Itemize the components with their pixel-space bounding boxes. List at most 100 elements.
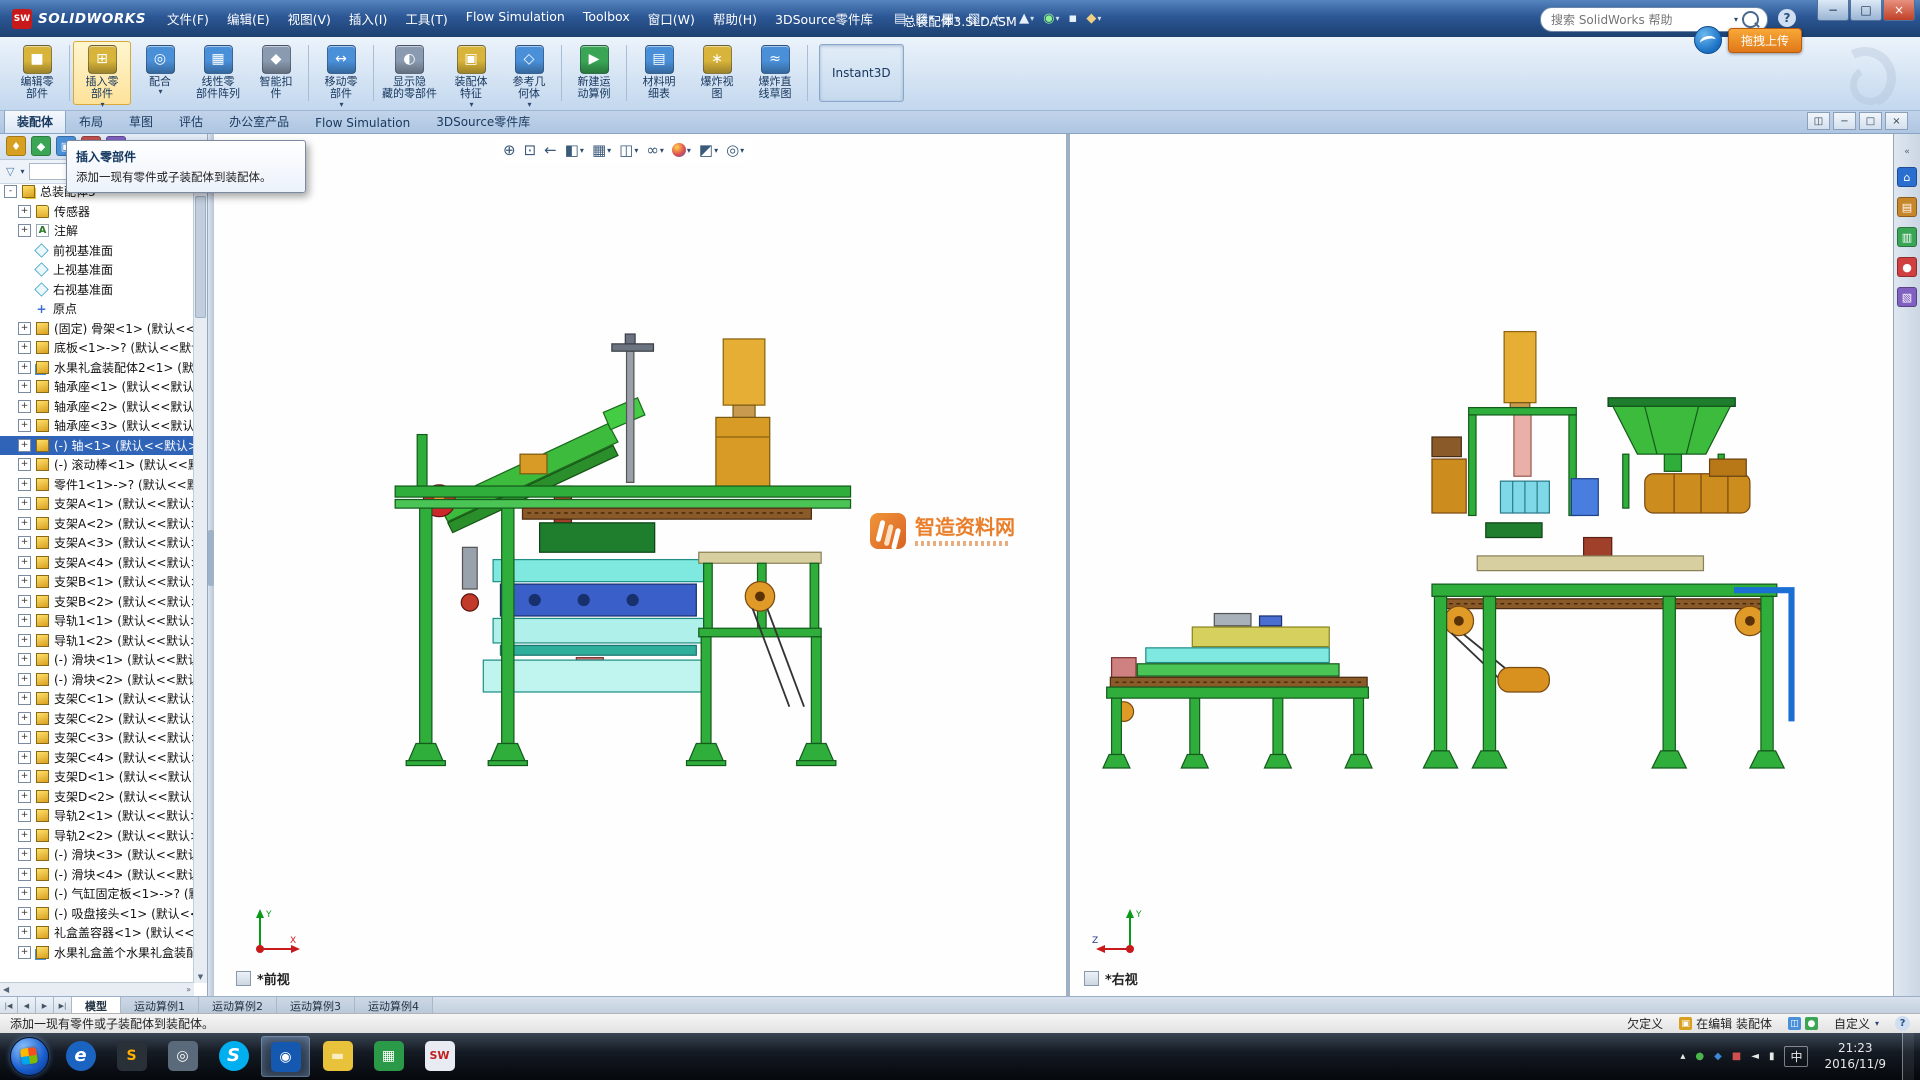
expand-toggle-icon[interactable]: + — [18, 887, 31, 900]
section-view-icon[interactable]: ◧▾ — [562, 139, 587, 161]
solidworks-app-icon[interactable]: SW — [416, 1036, 463, 1075]
expand-toggle-icon[interactable]: + — [18, 731, 31, 744]
viewport-layout-icon[interactable]: ◫ — [1807, 112, 1830, 130]
ribbon-assembly-features-button[interactable]: ▣装配体特征▾ — [442, 41, 500, 105]
expand-toggle-icon[interactable]: - — [4, 185, 17, 198]
tree-horizontal-scrollbar[interactable]: ◀ » — [0, 982, 194, 996]
tree-item-12[interactable]: +轴承座<3> (默认<<默认) — [0, 416, 194, 436]
expand-toggle-icon[interactable]: + — [18, 536, 31, 549]
window-minimize-icon[interactable]: − — [1833, 112, 1856, 130]
tree-item-16[interactable]: +支架A<1> (默认<<默认>_ — [0, 494, 194, 514]
expand-toggle-icon[interactable]: + — [18, 205, 31, 218]
command-tab-4[interactable]: 办公室产品 — [216, 109, 302, 133]
tree-item-3[interactable]: 前视基准面 — [0, 241, 194, 261]
tab-nav-0[interactable]: |◀ — [0, 997, 18, 1014]
options-icon[interactable]: ◆▾ — [1082, 9, 1105, 28]
expand-toggle-icon[interactable]: + — [18, 809, 31, 822]
hide-show-items-icon[interactable]: ∞▾ — [643, 139, 667, 161]
tree-item-14[interactable]: +(-) 滚动棒<1> (默认<<默认 — [0, 455, 194, 475]
minimize-button[interactable]: − — [1817, 0, 1849, 21]
command-tab-2[interactable]: 草图 — [116, 109, 166, 133]
viewport-right[interactable]: Y Z *右视 — [1070, 133, 1893, 996]
scroll-right-icon[interactable]: » — [186, 985, 191, 994]
start-button[interactable] — [10, 1037, 49, 1076]
ribbon-smart-fasteners-button[interactable]: ◆智能扣件 — [247, 41, 305, 105]
tree-item-4[interactable]: 上视基准面 — [0, 260, 194, 280]
customize-dropdown-icon[interactable]: ▾ — [1875, 1019, 1879, 1028]
tree-item-7[interactable]: +(固定) 骨架<1> (默认<<默认) — [0, 319, 194, 339]
expand-toggle-icon[interactable]: + — [18, 653, 31, 666]
ribbon-insert-component-button[interactable]: ⊞插入零部件▾ — [73, 41, 131, 105]
expand-toggle-icon[interactable]: + — [18, 907, 31, 920]
expand-toggle-icon[interactable]: + — [18, 556, 31, 569]
tree-item-15[interactable]: +零件1<1>->? (默认<<默认 — [0, 475, 194, 495]
tree-item-9[interactable]: +水果礼盒装配体2<1> (默认 — [0, 358, 194, 378]
skype-icon[interactable]: S — [210, 1036, 257, 1075]
expand-toggle-icon[interactable]: + — [18, 926, 31, 939]
ribbon-move-component-button[interactable]: ↔移动零部件▾ — [312, 41, 370, 105]
ribbon-edit-component-button[interactable]: ■编辑零部件 — [8, 41, 66, 105]
tab-nav-3[interactable]: ▶| — [54, 997, 72, 1014]
appearances-icon[interactable]: ● — [1897, 257, 1917, 277]
menu-item-8[interactable]: 帮助(H) — [704, 5, 766, 32]
tree-item-11[interactable]: +轴承座<2> (默认<<默认) — [0, 397, 194, 417]
tree-item-23[interactable]: +导轨1<2> (默认<<默认>_ — [0, 631, 194, 651]
ribbon-motion-study-button[interactable]: ▶新建运动算例 — [565, 41, 623, 105]
menu-item-6[interactable]: Toolbox — [574, 5, 639, 32]
search-app-icon[interactable]: ◎ — [159, 1036, 206, 1075]
scroll-down-icon[interactable]: ▼ — [194, 971, 207, 983]
expand-toggle-icon[interactable]: + — [18, 497, 31, 510]
design-library-icon[interactable]: ▤ — [1897, 197, 1917, 217]
network-icon[interactable]: ▮ — [1769, 1052, 1775, 1062]
ribbon-bom-button[interactable]: ▤材料明细表 — [630, 41, 688, 105]
ie-icon[interactable]: e — [57, 1036, 104, 1075]
expand-toggle-icon[interactable]: + — [18, 419, 31, 432]
search-dropdown-icon[interactable]: ▾ — [1734, 15, 1738, 24]
menu-item-1[interactable]: 编辑(E) — [218, 5, 279, 32]
model-tab-0[interactable]: 模型 — [72, 997, 121, 1014]
tree-item-25[interactable]: +(-) 滑块<2> (默认<<默认> — [0, 670, 194, 690]
task-pane-expand-icon[interactable]: « — [1904, 147, 1910, 157]
tree-item-31[interactable]: +支架D<2> (默认<<默认>_ — [0, 787, 194, 807]
view-settings-icon[interactable]: ◎▾ — [723, 139, 747, 161]
tree-item-32[interactable]: +导轨2<1> (默认<<默认>_ — [0, 806, 194, 826]
tree-item-19[interactable]: +支架A<4> (默认<<默认>_ — [0, 553, 194, 573]
ribbon-explode-lines-button[interactable]: ≈爆炸直线草图 — [746, 41, 804, 105]
ribbon-mate-button[interactable]: ◎配合▾ — [131, 41, 189, 105]
ribbon-exploded-view-button[interactable]: ∗爆炸视图 — [688, 41, 746, 105]
volume-icon[interactable]: ◄ — [1751, 1052, 1759, 1062]
propertymanager-tab-icon[interactable]: ◆ — [31, 136, 51, 156]
model-tab-4[interactable]: 运动算例4 — [355, 997, 433, 1014]
tab-nav-2[interactable]: ▶ — [36, 997, 54, 1014]
rebuild-icon[interactable]: ◉▾ — [1039, 9, 1063, 28]
apply-scene-icon[interactable]: ◩▾ — [696, 139, 721, 161]
ribbon-show-hidden-button[interactable]: ◐显示隐藏的零部件 — [377, 41, 442, 105]
previous-view-icon[interactable]: ← — [541, 139, 560, 161]
tree-item-37[interactable]: +(-) 吸盘接头<1> (默认<<默 — [0, 904, 194, 924]
antivirus-icon[interactable]: ● — [1695, 1052, 1704, 1062]
search-input[interactable] — [1541, 13, 1733, 27]
expand-toggle-icon[interactable]: + — [18, 380, 31, 393]
command-tab-6[interactable]: 3DSource零件库 — [423, 109, 543, 133]
close-button[interactable]: × — [1883, 0, 1915, 21]
tree-item-5[interactable]: 右视基准面 — [0, 280, 194, 300]
tree-item-29[interactable]: +支架C<4> (默认<<默认>_ — [0, 748, 194, 768]
select-icon[interactable]: ▲▾ — [1015, 9, 1038, 28]
command-tab-3[interactable]: 评估 — [166, 109, 216, 133]
menu-item-5[interactable]: Flow Simulation — [457, 5, 574, 32]
tree-item-21[interactable]: +支架B<2> (默认<<默认>_ — [0, 592, 194, 612]
show-desktop-button[interactable] — [1902, 1033, 1914, 1080]
command-tab-5[interactable]: Flow Simulation — [302, 112, 423, 133]
tree-item-27[interactable]: +支架C<2> (默认<<默认>_ — [0, 709, 194, 729]
file-properties-icon[interactable]: ▪ — [1065, 9, 1082, 28]
zoom-fit-icon[interactable]: ⊕ — [500, 139, 519, 161]
tree-item-36[interactable]: +(-) 气缸固定板<1>->? (默认 — [0, 884, 194, 904]
window-close-icon[interactable]: × — [1885, 112, 1908, 130]
view-orientation-icon[interactable]: ▦▾ — [589, 139, 614, 161]
scroll-left-icon[interactable]: ◀ — [3, 985, 9, 994]
expand-toggle-icon[interactable]: + — [18, 224, 31, 237]
tree-item-22[interactable]: +导轨1<1> (默认<<默认>_ — [0, 611, 194, 631]
ribbon-reference-geometry-button[interactable]: ◇参考几何体▾ — [500, 41, 558, 105]
tree-item-34[interactable]: +(-) 滑块<3> (默认<<默认> — [0, 845, 194, 865]
tree-item-30[interactable]: +支架D<1> (默认<<默认>_ — [0, 767, 194, 787]
